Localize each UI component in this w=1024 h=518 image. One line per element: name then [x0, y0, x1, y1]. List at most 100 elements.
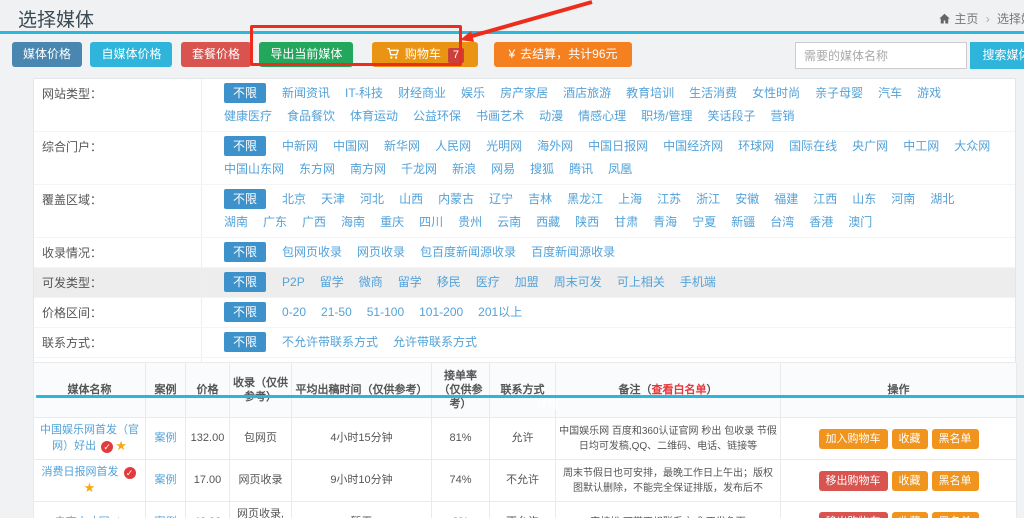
filter-option[interactable]: 食品餐饮	[287, 105, 335, 128]
filter-option[interactable]: 留学	[398, 271, 422, 294]
filter-option[interactable]: 包百度新闻源收录	[420, 241, 516, 264]
filter-option[interactable]: 香港	[809, 211, 833, 234]
filter-option[interactable]: 青海	[653, 211, 677, 234]
filter-option[interactable]: 山西	[399, 188, 423, 211]
filter-option[interactable]: 21-50	[321, 301, 352, 324]
filter-option[interactable]: 公益环保	[413, 105, 461, 128]
filter-option[interactable]: 不允许带联系方式	[282, 331, 378, 354]
filter-option[interactable]: 健康医疗	[224, 105, 272, 128]
media-price-button[interactable]: 媒体价格	[12, 42, 82, 67]
filter-option[interactable]: 大众网	[954, 135, 990, 158]
filter-option[interactable]: 周末可发	[554, 271, 602, 294]
selfmedia-price-button[interactable]: 自媒体价格	[90, 42, 172, 67]
filter-selected-chip[interactable]: 不限	[224, 136, 266, 156]
filter-option[interactable]: 上海	[618, 188, 642, 211]
filter-option[interactable]: 中工网	[903, 135, 939, 158]
breadcrumb-home-link[interactable]: 主页	[954, 12, 978, 26]
filter-option[interactable]: 微商	[359, 271, 383, 294]
filter-selected-chip[interactable]: 不限	[224, 302, 266, 322]
filter-option[interactable]: 0-20	[282, 301, 306, 324]
filter-option[interactable]: 安徽	[735, 188, 759, 211]
export-media-button[interactable]: 导出当前媒体	[259, 42, 353, 67]
filter-option[interactable]: 亲子母婴	[815, 82, 863, 105]
row-action-button[interactable]: 收藏	[892, 512, 928, 518]
filter-option[interactable]: 酒店旅游	[563, 82, 611, 105]
filter-selected-chip[interactable]: 不限	[224, 332, 266, 352]
search-button[interactable]: 搜索媒体	[970, 42, 1024, 69]
filter-option[interactable]: 加盟	[515, 271, 539, 294]
filter-selected-chip[interactable]: 不限	[224, 83, 266, 103]
filter-option[interactable]: 重庆	[380, 211, 404, 234]
filter-option[interactable]: 光明网	[486, 135, 522, 158]
filter-option[interactable]: 游戏	[917, 82, 941, 105]
filter-selected-chip[interactable]: 不限	[224, 242, 266, 262]
filter-option[interactable]: 女性时尚	[752, 82, 800, 105]
filter-option[interactable]: 吉林	[528, 188, 552, 211]
filter-option[interactable]: 可上相关	[617, 271, 665, 294]
filter-option[interactable]: 南方网	[350, 158, 386, 181]
filter-option[interactable]: 新浪	[452, 158, 476, 181]
filter-option[interactable]: 北京	[282, 188, 306, 211]
row-action-button[interactable]: 黑名单	[932, 429, 979, 449]
filter-option[interactable]: 河南	[891, 188, 915, 211]
filter-selected-chip[interactable]: 不限	[224, 189, 266, 209]
filter-option[interactable]: P2P	[282, 271, 305, 294]
filter-option[interactable]: 移民	[437, 271, 461, 294]
filter-option[interactable]: 江苏	[657, 188, 681, 211]
filter-option[interactable]: 职场/管理	[641, 105, 692, 128]
filter-option[interactable]: 201以上	[478, 301, 522, 324]
filter-option[interactable]: 百度新闻源收录	[531, 241, 615, 264]
filter-option[interactable]: 千龙网	[401, 158, 437, 181]
filter-option[interactable]: 福建	[774, 188, 798, 211]
row-action-button[interactable]: 移出购物车	[819, 471, 888, 491]
filter-option[interactable]: 内蒙古	[438, 188, 474, 211]
filter-option[interactable]: 中国网	[333, 135, 369, 158]
filter-option[interactable]: 江西	[813, 188, 837, 211]
row-action-button[interactable]: 加入购物车	[819, 429, 888, 449]
filter-option[interactable]: 允许带联系方式	[393, 331, 477, 354]
filter-option[interactable]: 营销	[770, 105, 794, 128]
filter-option[interactable]: 情感心理	[578, 105, 626, 128]
filter-option[interactable]: 中国山东网	[224, 158, 284, 181]
filter-option[interactable]: 海外网	[537, 135, 573, 158]
filter-option[interactable]: 搜狐	[530, 158, 554, 181]
filter-option[interactable]: 陕西	[575, 211, 599, 234]
filter-option[interactable]: 房产家居	[500, 82, 548, 105]
filter-option[interactable]: 医疗	[476, 271, 500, 294]
filter-option[interactable]: 央广网	[852, 135, 888, 158]
filter-option[interactable]: 中国经济网	[663, 135, 723, 158]
row-action-button[interactable]: 黑名单	[932, 471, 979, 491]
filter-option[interactable]: 留学	[320, 271, 344, 294]
filter-option[interactable]: 海南	[341, 211, 365, 234]
filter-option[interactable]: 财经商业	[398, 82, 446, 105]
filter-option[interactable]: 澳门	[848, 211, 872, 234]
filter-option[interactable]: 台湾	[770, 211, 794, 234]
filter-option[interactable]: 湖南	[224, 211, 248, 234]
filter-option[interactable]: 娱乐	[461, 82, 485, 105]
filter-option[interactable]: 中国日报网	[588, 135, 648, 158]
row-action-button[interactable]: 收藏	[892, 429, 928, 449]
filter-option[interactable]: 辽宁	[489, 188, 513, 211]
search-input[interactable]	[795, 42, 967, 69]
filter-option[interactable]: 汽车	[878, 82, 902, 105]
row-action-button[interactable]: 移出购物车	[819, 512, 888, 518]
media-name-link[interactable]: 消费日报网首发	[41, 466, 118, 478]
filter-option[interactable]: 体育运动	[350, 105, 398, 128]
filter-option[interactable]: 国际在线	[789, 135, 837, 158]
filter-option[interactable]: 河北	[360, 188, 384, 211]
filter-option[interactable]: 包网页收录	[282, 241, 342, 264]
filter-option[interactable]: 书画艺术	[476, 105, 524, 128]
row-action-button[interactable]: 详情	[36, 395, 1024, 398]
filter-selected-chip[interactable]: 不限	[224, 272, 266, 292]
filter-option[interactable]: 51-100	[367, 301, 404, 324]
filter-option[interactable]: 生活消费	[689, 82, 737, 105]
filter-option[interactable]: 教育培训	[626, 82, 674, 105]
package-price-button[interactable]: 套餐价格	[181, 42, 251, 67]
cart-button[interactable]: 购物车7	[372, 42, 478, 67]
filter-option[interactable]: 网页收录	[357, 241, 405, 264]
filter-option[interactable]: IT-科技	[345, 82, 383, 105]
filter-option[interactable]: 浙江	[696, 188, 720, 211]
filter-option[interactable]: 天津	[321, 188, 345, 211]
filter-option[interactable]: 宁夏	[692, 211, 716, 234]
filter-option[interactable]: 黑龙江	[567, 188, 603, 211]
